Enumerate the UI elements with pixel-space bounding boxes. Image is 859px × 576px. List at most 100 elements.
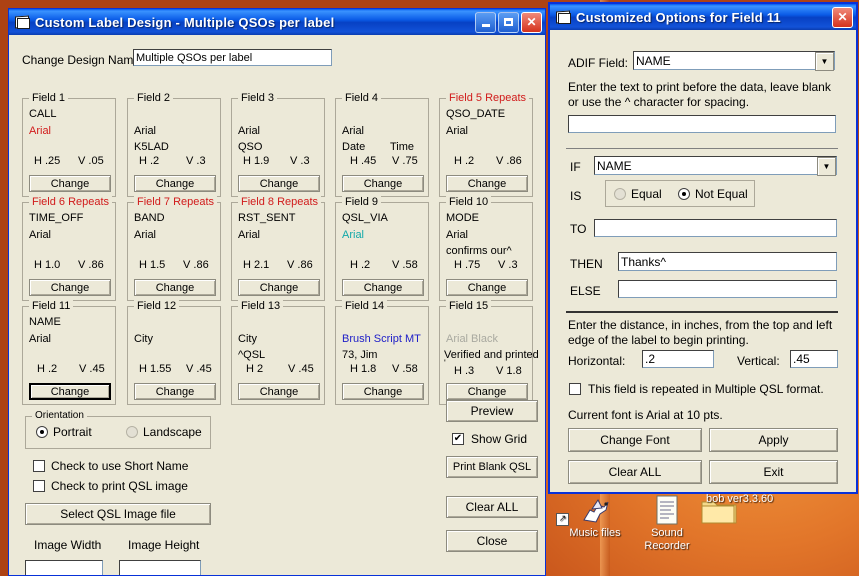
field-line-1: Arial [238, 125, 261, 137]
instructions-prefix-text: Enter the text to print before the data,… [568, 80, 831, 109]
image-width-input[interactable] [25, 560, 103, 575]
field-change-button[interactable]: Change [238, 383, 320, 400]
custom-label-design-window: Custom Label Design - Multiple QSOs per … [8, 8, 546, 576]
checkbox-show-grid[interactable]: ✔ Show Grid [452, 432, 527, 446]
radio-landscape-icon[interactable] [126, 426, 138, 438]
to-input[interactable] [594, 219, 837, 237]
desktop-icon-music-files[interactable]: ↗ Music files [556, 492, 634, 540]
vertical-input[interactable] [790, 350, 838, 368]
field-change-button[interactable]: Change [238, 175, 320, 192]
checkbox-repeat-multiple-qsl[interactable]: This field is repeated in Multiple QSL f… [569, 382, 824, 396]
field-group-6: Field 6 Repeats TIME_OFF Arial H 1.0 V .… [22, 196, 116, 301]
divider-1 [566, 148, 838, 149]
checkbox-show-grid-box[interactable]: ✔ [452, 433, 464, 445]
field-change-button[interactable]: Change [446, 279, 528, 296]
field-line-2: City [238, 333, 257, 345]
adif-field-input[interactable] [633, 51, 835, 70]
field-change-button[interactable]: Change [446, 175, 528, 192]
chevron-down-icon[interactable]: ▼ [817, 157, 836, 176]
field-change-button[interactable]: Change [342, 383, 424, 400]
field-h-value: H 1.8 [350, 363, 377, 375]
checkbox-print-qsl-image-label: Check to print QSL image [51, 479, 188, 493]
apply-button[interactable]: Apply [709, 428, 838, 452]
radio-not-equal-icon[interactable] [678, 188, 690, 200]
if-field-input[interactable] [594, 156, 837, 175]
checkbox-repeat-multiple-qsl-box[interactable] [569, 383, 581, 395]
radio-not-equal[interactable]: Not Equal [678, 187, 748, 201]
field-change-button[interactable]: Change [342, 279, 424, 296]
then-input[interactable] [618, 252, 837, 271]
field-change-button[interactable]: Change [446, 383, 528, 400]
vertical-label: Vertical: [737, 354, 780, 368]
right-window-client: ADIF Field: ▼ Enter the text to print be… [550, 30, 856, 492]
field-line-1: QSO_DATE [446, 108, 506, 120]
radio-portrait-icon[interactable] [36, 426, 48, 438]
field-change-button[interactable]: Change [134, 279, 216, 296]
image-width-label: Image Width [34, 538, 102, 552]
image-height-input[interactable] [119, 560, 201, 575]
checkbox-print-qsl-image-box[interactable] [33, 480, 45, 492]
radio-portrait[interactable]: Portrait [36, 425, 92, 439]
field-line-3: confirms our^ [446, 245, 512, 257]
field-line-1: CALL [29, 108, 57, 120]
field-change-button[interactable]: Change [29, 279, 111, 296]
field-group-title: Field 11 [29, 300, 74, 312]
right-clear-all-button[interactable]: Clear ALL [568, 460, 702, 484]
radio-equal[interactable]: Equal [614, 187, 662, 201]
right-window-titlebar[interactable]: Customized Options for Field 11 ✕ [550, 4, 856, 30]
radio-landscape[interactable]: Landscape [126, 425, 202, 439]
if-label: IF [570, 160, 581, 174]
radio-not-equal-label: Not Equal [695, 187, 748, 201]
exit-button[interactable]: Exit [709, 460, 838, 484]
field-change-button[interactable]: Change [342, 175, 424, 192]
customized-options-window: Customized Options for Field 11 ✕ ADIF F… [548, 2, 858, 494]
field-group-title: Field 2 [134, 92, 174, 104]
left-window-titlebar[interactable]: Custom Label Design - Multiple QSOs per … [9, 9, 545, 35]
field-h-value: H .2 [139, 155, 160, 167]
field-line-2: Arial [342, 229, 365, 241]
checkbox-short-name-label: Check to use Short Name [51, 459, 189, 473]
design-name-input[interactable] [133, 49, 332, 66]
field-group-7: Field 7 Repeats BAND Arial H 1.5 V .86 C… [127, 196, 221, 301]
chevron-down-icon[interactable]: ▼ [815, 52, 834, 71]
horizontal-input[interactable] [642, 350, 714, 368]
right-close-button[interactable]: ✕ [832, 6, 853, 28]
adif-field-combobox[interactable]: ▼ [633, 51, 835, 71]
checkbox-short-name[interactable]: Check to use Short Name [33, 459, 188, 473]
field-change-button[interactable]: Change [29, 175, 111, 192]
else-label: ELSE [570, 284, 601, 298]
desktop-icon-bob-ver[interactable]: bob ver3.3.60 [700, 492, 810, 524]
checkbox-short-name-box[interactable] [33, 460, 45, 472]
else-input[interactable] [618, 280, 837, 298]
field-line-4: ' [444, 358, 446, 368]
field-line-3: 73, Jim [342, 349, 378, 361]
checkbox-print-qsl-image[interactable]: Check to print QSL image [33, 479, 188, 493]
radio-equal-icon[interactable] [614, 188, 626, 200]
design-name-label: Change Design Name: [22, 53, 144, 67]
field-v-value: V .3 [498, 259, 518, 271]
field-h-value: H 1.9 [243, 155, 270, 167]
field-change-button[interactable]: Change [134, 383, 216, 400]
field-v-value: V .05 [78, 155, 104, 167]
field-line-2: Arial Black [446, 333, 498, 345]
if-field-combobox[interactable]: ▼ [594, 156, 837, 176]
field-line-1: MODE [446, 212, 479, 224]
maximize-button[interactable] [498, 11, 519, 33]
select-qsl-image-file-button[interactable]: Select QSL Image file [25, 503, 211, 525]
field-change-button[interactable]: Change [238, 279, 320, 296]
preview-button[interactable]: Preview [446, 400, 538, 422]
field-h-value: H .75 [454, 259, 481, 271]
print-blank-qsl-button[interactable]: Print Blank QSL [446, 456, 538, 478]
field-change-button[interactable]: Change [134, 175, 216, 192]
prefix-text-input[interactable] [568, 115, 836, 133]
field-change-button[interactable]: Change [29, 383, 111, 400]
clear-all-button[interactable]: Clear ALL [446, 496, 538, 518]
close-dialog-button[interactable]: Close [446, 530, 538, 552]
change-font-button[interactable]: Change Font [568, 428, 702, 452]
close-button[interactable]: ✕ [521, 11, 542, 33]
field-line-1: Arial [134, 125, 157, 137]
is-radio-group: Equal Not Equal [605, 180, 755, 207]
minimize-button[interactable] [475, 11, 496, 33]
field-group-2: Field 2 Arial K5LAD H .2 V .3 Change [127, 92, 221, 197]
desktop-icon-sound-recorder[interactable]: Sound Recorder [628, 492, 706, 553]
